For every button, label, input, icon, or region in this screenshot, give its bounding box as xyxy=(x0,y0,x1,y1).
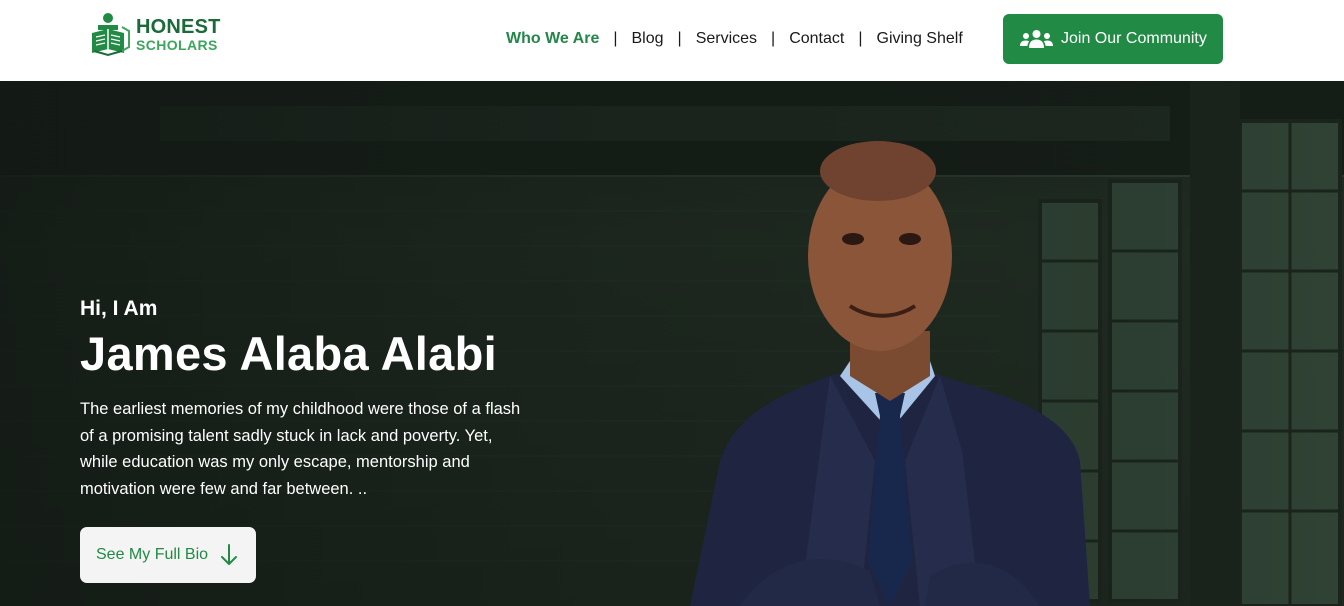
nav-separator: | xyxy=(858,30,863,47)
hero-name: James Alaba Alabi xyxy=(80,327,497,380)
join-community-label: Join Our Community xyxy=(1061,30,1207,47)
hero-greeting: Hi, I Am xyxy=(80,297,158,320)
see-full-bio-button[interactable]: See My Full Bio xyxy=(80,527,256,583)
nav-who-we-are[interactable]: Who We Are xyxy=(506,30,599,48)
nav-separator: | xyxy=(613,30,618,47)
nav-contact[interactable]: Contact xyxy=(789,30,844,48)
nav-giving-shelf[interactable]: Giving Shelf xyxy=(877,30,963,48)
nav-services[interactable]: Services xyxy=(696,30,757,48)
logo-line-2: SCHOLARS xyxy=(136,36,218,53)
hero-section: Hi, I Am James Alaba Alabi The earliest … xyxy=(0,81,1344,606)
portrait-image xyxy=(690,141,1090,606)
logo-line-1: HONEST xyxy=(136,15,221,38)
main-nav: Who We Are | Blog | Services | Contact |… xyxy=(506,28,963,50)
hero-intro-text: The earliest memories of my childhood we… xyxy=(80,400,521,498)
site-header: HONEST SCHOLARS Who We Are | Blog | Serv… xyxy=(0,0,1344,81)
nav-separator: | xyxy=(771,30,776,47)
logo-wordmark: HONEST SCHOLARS xyxy=(136,17,221,52)
see-full-bio-label: See My Full Bio xyxy=(96,546,209,563)
nav-separator: | xyxy=(677,30,682,47)
nav-blog[interactable]: Blog xyxy=(632,30,664,48)
users-icon xyxy=(1020,30,1053,48)
arrow-down-icon xyxy=(221,544,238,565)
honest-scholars-logo-icon xyxy=(92,13,130,57)
site-logo[interactable]: HONEST SCHOLARS xyxy=(88,10,238,58)
join-community-button[interactable]: Join Our Community xyxy=(1003,14,1223,64)
